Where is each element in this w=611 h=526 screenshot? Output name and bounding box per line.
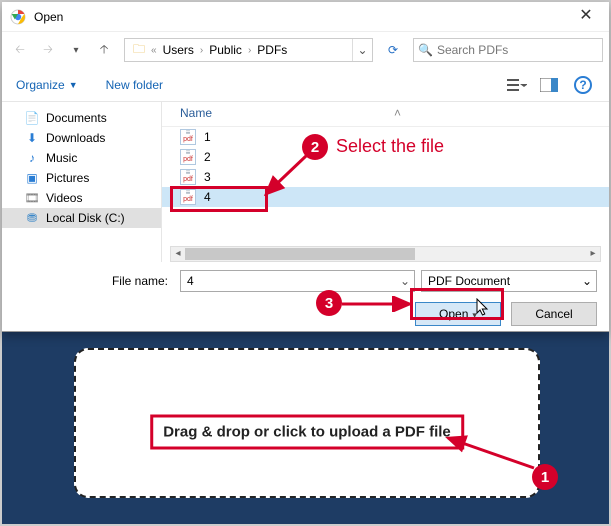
step-2-badge: 2 [302,134,328,160]
back-button[interactable]: 🡠 [8,38,32,62]
scroll-thumb[interactable] [185,248,415,260]
close-button[interactable]: ✕ [563,2,609,32]
nav-tree: 📄Documents ⬇Downloads ♪Music ▣Pictures 🎞… [2,102,162,262]
titlebar: Open ✕ [2,2,609,32]
refresh-button[interactable]: ⟳ [381,38,405,62]
sort-indicator-icon: ˄ [394,106,401,120]
pdf-icon: pdf [180,189,196,205]
crumb-pdfs[interactable]: PDFs [253,41,291,59]
chevron-right-icon: › [200,45,203,56]
chrome-icon [10,9,26,25]
disk-icon: ⛃ [24,211,40,225]
tree-local-disk[interactable]: ⛃Local Disk (C:) [2,208,161,228]
preview-pane-button[interactable] [535,74,563,96]
step-1-badge: 1 [532,464,558,490]
file-row[interactable]: pdf3 [162,167,609,187]
arrow-step1 [442,434,542,474]
forward-button[interactable]: 🡢 [36,38,60,62]
view-button[interactable] [503,74,531,96]
pdf-icon: pdf [180,129,196,145]
scroll-right-icon[interactable]: ▸ [586,247,600,261]
recent-chevron[interactable]: ▾ [64,38,88,62]
chevron-down-icon[interactable]: ⌄ [582,274,592,288]
filename-input[interactable]: 4 ⌄ [180,270,415,292]
nav-row: 🡠 🡢 ▾ 🡡 🗀 « Users › Public › PDFs ⌄ ⟳ 🔍 … [2,32,609,68]
cursor-icon [476,298,490,318]
file-row-selected[interactable]: pdf4 [162,187,609,207]
address-dropdown[interactable]: ⌄ [352,39,372,61]
step-2-text: Select the file [336,136,444,157]
organize-button[interactable]: Organize ▼ [16,78,78,92]
folder-icon: 🗀 [129,40,149,61]
file-list: Name ˄ pdf1 pdf2 pdf3 pdf4 ◂ ▸ [162,102,609,262]
music-icon: ♪ [24,151,40,165]
address-bar[interactable]: 🗀 « Users › Public › PDFs ⌄ [124,38,373,62]
pictures-icon: ▣ [24,171,40,185]
tree-documents[interactable]: 📄Documents [2,108,161,128]
pdf-icon: pdf [180,149,196,165]
dialog-bottom: File name: 4 ⌄ PDF Document ⌄ Open▾ Canc… [2,262,609,336]
search-input[interactable]: 🔍 Search PDFs [413,38,603,62]
help-button[interactable]: ? [567,74,595,96]
arrow-step3 [340,296,416,312]
tree-pictures[interactable]: ▣Pictures [2,168,161,188]
tree-music[interactable]: ♪Music [2,148,161,168]
dropzone-message: Drag & drop or click to upload a PDF fil… [150,414,464,449]
list-header[interactable]: Name ˄ [162,102,609,127]
step-3-badge: 3 [316,290,342,316]
toolbar: Organize ▼ New folder ? [2,68,609,102]
downloads-icon: ⬇ [24,131,40,145]
search-icon: 🔍 [418,43,433,57]
arrow-step2 [260,154,310,200]
tree-downloads[interactable]: ⬇Downloads [2,128,161,148]
videos-icon: 🎞 [24,191,40,205]
upload-dropzone[interactable]: Drag & drop or click to upload a PDF fil… [74,348,540,498]
crumb-users[interactable]: Users [159,41,198,59]
horizontal-scrollbar[interactable]: ◂ ▸ [170,246,601,262]
chevron-down-icon: ▼ [69,80,78,90]
chevron-down-icon[interactable]: ⌄ [400,274,410,288]
search-placeholder: Search PDFs [437,43,508,57]
chevron-right-icon: « [151,45,157,56]
newfolder-button[interactable]: New folder [106,78,163,92]
cancel-button[interactable]: Cancel [511,302,597,326]
up-button[interactable]: 🡡 [92,38,116,62]
documents-icon: 📄 [24,111,40,125]
dialog-title: Open [34,10,63,24]
chevron-right-icon: › [248,45,251,56]
pdf-icon: pdf [180,169,196,185]
filename-label: File name: [14,274,174,288]
col-name[interactable]: Name [180,106,394,120]
filetype-filter[interactable]: PDF Document ⌄ [421,270,597,292]
scroll-left-icon[interactable]: ◂ [171,247,185,261]
tree-videos[interactable]: 🎞Videos [2,188,161,208]
crumb-public[interactable]: Public [205,41,246,59]
